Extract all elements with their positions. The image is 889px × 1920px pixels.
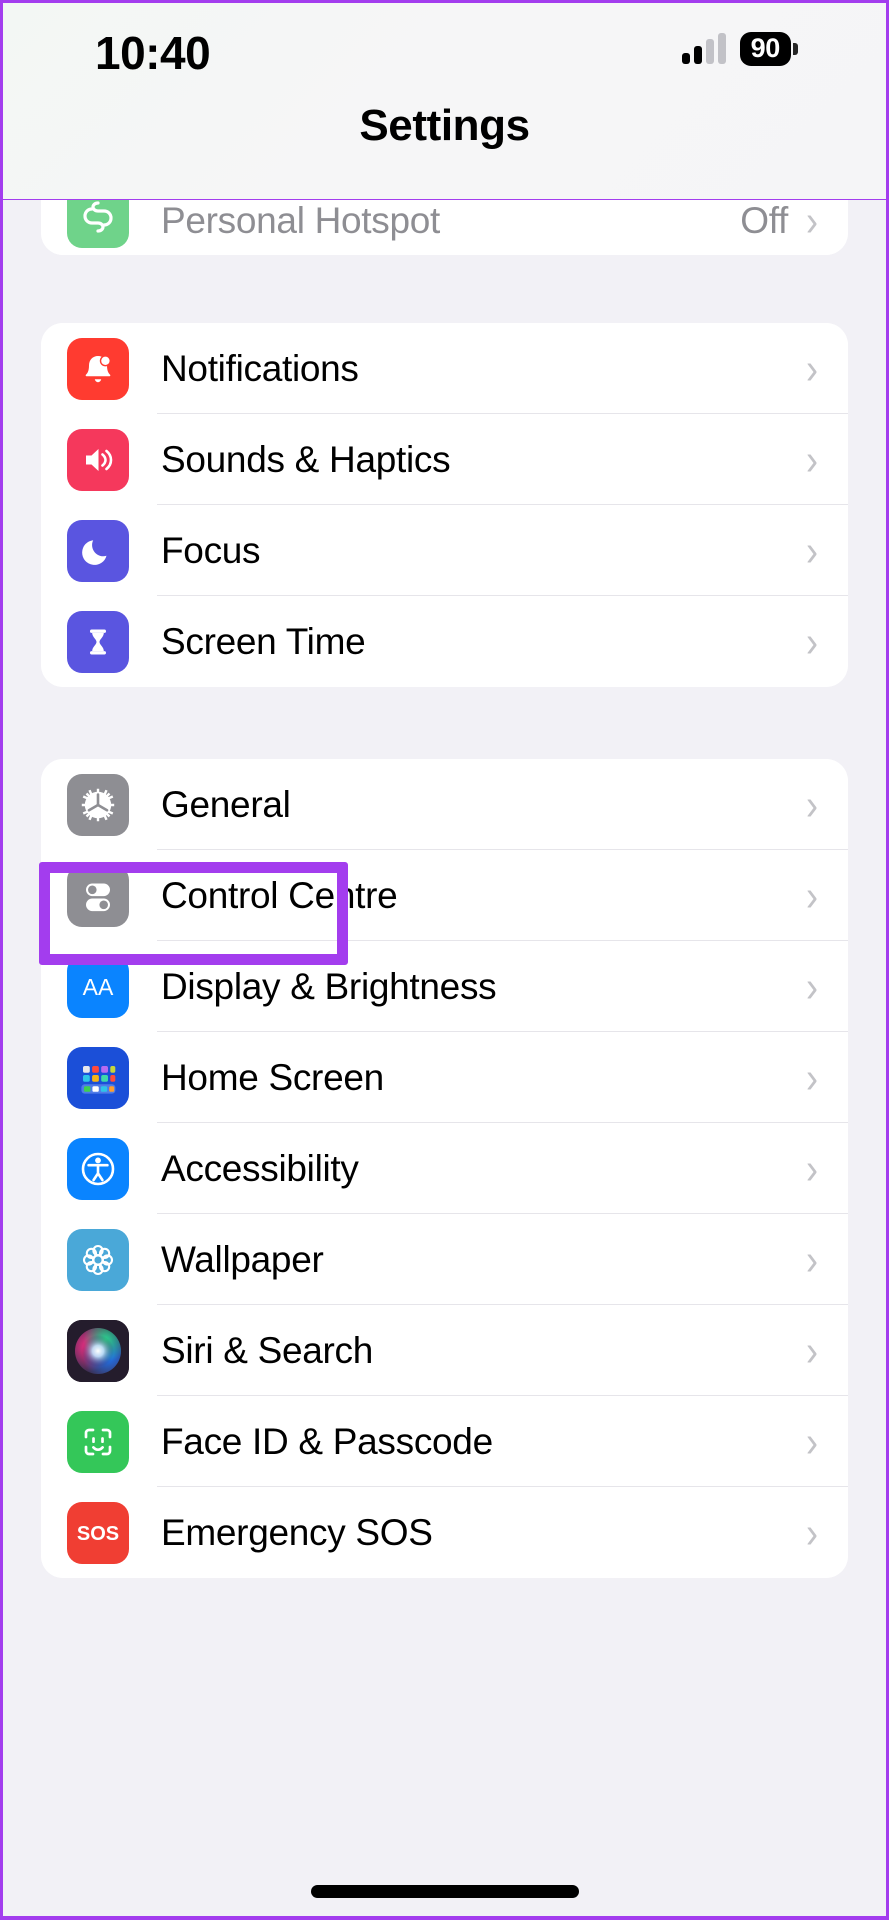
settings-row-accessory: › bbox=[806, 782, 848, 826]
settings-row-label: Focus bbox=[161, 529, 261, 571]
settings-row-label: Control Centre bbox=[161, 874, 398, 916]
status-bar-indicators: 90 bbox=[681, 32, 798, 66]
emergency-sos-icon: SOS bbox=[67, 1501, 129, 1564]
iphone-settings-screen: 10:40 90 Settings Personal Hotspot Off ›… bbox=[0, 0, 889, 1920]
settings-row-accessibility[interactable]: Accessibility › bbox=[41, 1123, 848, 1214]
settings-row-accessory: › bbox=[806, 1237, 848, 1281]
chevron-right-icon: › bbox=[806, 1051, 818, 1102]
battery-tip bbox=[793, 43, 798, 55]
display-brightness-aa-icon: AA bbox=[67, 955, 129, 1018]
control-centre-toggles-icon bbox=[67, 864, 129, 927]
settings-row-sounds-haptics[interactable]: Sounds & Haptics › bbox=[41, 414, 848, 505]
settings-row-label: General bbox=[161, 783, 291, 825]
wallpaper-flower-icon bbox=[67, 1228, 129, 1291]
settings-row-accessory: › bbox=[806, 1055, 848, 1099]
accessibility-person-icon bbox=[67, 1137, 129, 1200]
settings-row-label: Emergency SOS bbox=[161, 1511, 433, 1553]
siri-orb-icon bbox=[67, 1319, 129, 1382]
settings-row-accessory: › bbox=[806, 964, 848, 1008]
settings-row-label: Screen Time bbox=[161, 620, 366, 662]
face-id-icon bbox=[67, 1410, 129, 1473]
settings-row-label: Personal Hotspot bbox=[161, 200, 441, 241]
settings-row-focus[interactable]: Focus › bbox=[41, 505, 848, 596]
focus-moon-icon bbox=[67, 519, 129, 582]
chevron-right-icon: › bbox=[806, 1142, 818, 1193]
notifications-bell-icon bbox=[67, 337, 129, 400]
annotation-bottom-border bbox=[3, 1916, 886, 1920]
settings-row-personal-hotspot[interactable]: Personal Hotspot Off › bbox=[41, 200, 848, 255]
settings-row-accessory: Off › bbox=[740, 200, 848, 242]
chevron-right-icon: › bbox=[806, 200, 818, 246]
home-indicator bbox=[310, 1885, 579, 1898]
battery-percentage-label: 90 bbox=[739, 32, 791, 66]
settings-row-label: Home Screen bbox=[161, 1056, 384, 1098]
svg-text:AA: AA bbox=[83, 974, 114, 1000]
settings-row-label: Face ID & Passcode bbox=[161, 1420, 493, 1462]
chevron-right-icon: › bbox=[806, 1415, 818, 1466]
settings-row-label: Display & Brightness bbox=[161, 965, 497, 1007]
chevron-right-icon: › bbox=[806, 778, 818, 829]
settings-row-accessory: › bbox=[806, 1146, 848, 1190]
navigation-header: 10:40 90 Settings bbox=[3, 0, 886, 200]
settings-row-label: Wallpaper bbox=[161, 1238, 324, 1280]
annotation-top-border bbox=[3, 0, 886, 3]
settings-row-accessory: › bbox=[806, 1328, 848, 1372]
battery-icon: 90 bbox=[739, 32, 798, 66]
chevron-right-icon: › bbox=[806, 869, 818, 920]
settings-row-accessory: › bbox=[806, 619, 848, 663]
settings-row-notifications[interactable]: Notifications › bbox=[41, 323, 848, 414]
settings-row-accessory: › bbox=[806, 437, 848, 481]
status-bar-clock: 10:40 bbox=[95, 27, 211, 79]
settings-row-accessory: › bbox=[806, 528, 848, 572]
settings-row-label: Sounds & Haptics bbox=[161, 438, 451, 480]
chevron-right-icon: › bbox=[806, 524, 818, 575]
settings-row-accessory: › bbox=[806, 346, 848, 390]
chevron-right-icon: › bbox=[806, 615, 818, 666]
cellular-signal-icon bbox=[681, 33, 726, 64]
chevron-right-icon: › bbox=[806, 1506, 818, 1557]
chevron-right-icon: › bbox=[806, 960, 818, 1011]
settings-row-siri-search[interactable]: Siri & Search › bbox=[41, 1305, 848, 1396]
svg-text:SOS: SOS bbox=[77, 1523, 119, 1545]
settings-scroll-content[interactable]: Personal Hotspot Off › Notifications › S… bbox=[3, 200, 886, 1578]
settings-row-label: Accessibility bbox=[161, 1147, 359, 1189]
chevron-right-icon: › bbox=[806, 1324, 818, 1375]
settings-row-home-screen[interactable]: Home Screen › bbox=[41, 1032, 848, 1123]
settings-row-accessory: › bbox=[806, 1419, 848, 1463]
chevron-right-icon: › bbox=[806, 1233, 818, 1284]
screen-time-hourglass-icon bbox=[67, 610, 129, 673]
settings-row-accessory: › bbox=[806, 1510, 848, 1554]
settings-row-control-centre[interactable]: Control Centre › bbox=[41, 850, 848, 941]
status-bar: 10:40 90 bbox=[3, 0, 886, 95]
home-screen-grid-icon bbox=[67, 1046, 129, 1109]
chevron-right-icon: › bbox=[806, 433, 818, 484]
page-title: Settings bbox=[359, 101, 530, 150]
settings-row-screen-time[interactable]: Screen Time › bbox=[41, 596, 848, 687]
sounds-speaker-icon bbox=[67, 428, 129, 491]
hotspot-status-value: Off bbox=[740, 200, 788, 241]
settings-group-connectivity: Personal Hotspot Off › bbox=[41, 200, 848, 255]
settings-row-face-id-passcode[interactable]: Face ID & Passcode › bbox=[41, 1396, 848, 1487]
settings-row-label: Notifications bbox=[161, 347, 359, 389]
personal-hotspot-icon bbox=[67, 200, 129, 248]
settings-row-general[interactable]: General › bbox=[41, 759, 848, 850]
settings-row-emergency-sos[interactable]: SOS Emergency SOS › bbox=[41, 1487, 848, 1578]
chevron-right-icon: › bbox=[806, 342, 818, 393]
settings-row-label: Siri & Search bbox=[161, 1329, 374, 1371]
settings-row-display-brightness[interactable]: AA Display & Brightness › bbox=[41, 941, 848, 1032]
settings-row-accessory: › bbox=[806, 873, 848, 917]
settings-row-wallpaper[interactable]: Wallpaper › bbox=[41, 1214, 848, 1305]
general-gear-icon bbox=[67, 773, 129, 836]
settings-group-system: General › Control Centre › AA Display & … bbox=[41, 759, 848, 1578]
settings-group-alerts: Notifications › Sounds & Haptics › Focus… bbox=[41, 323, 848, 687]
